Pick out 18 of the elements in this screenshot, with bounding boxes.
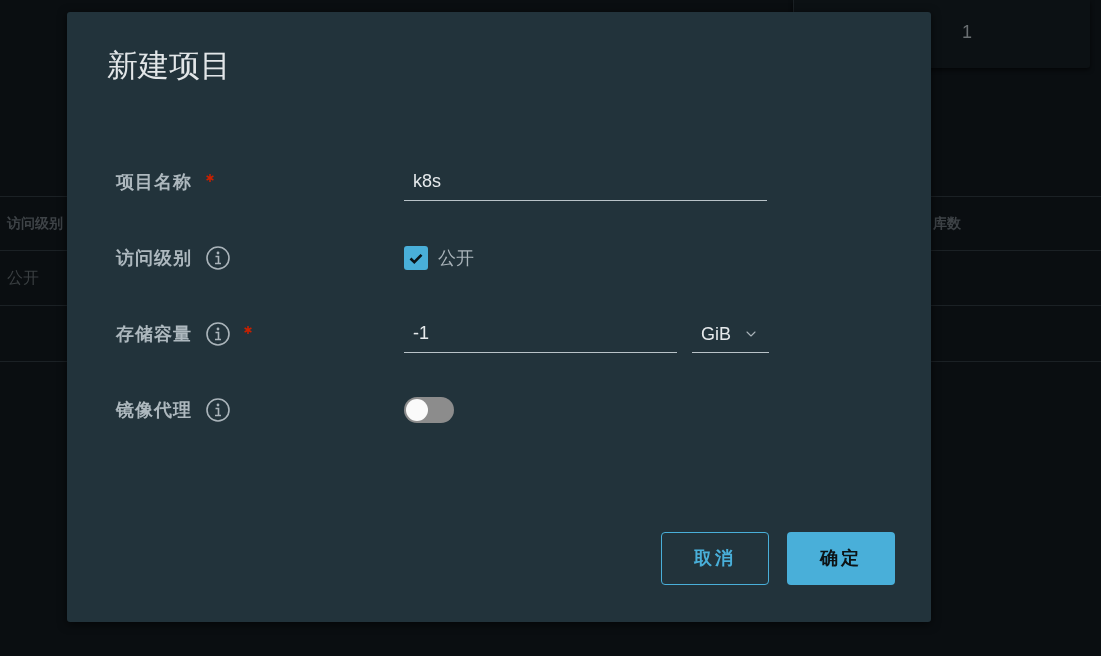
field-label: 镜像代理 bbox=[116, 398, 192, 422]
input-field[interactable]: -1 bbox=[404, 315, 677, 353]
field-label: 存储容量 bbox=[116, 322, 192, 346]
info-icon[interactable] bbox=[206, 322, 230, 346]
info-icon[interactable] bbox=[206, 398, 230, 422]
unit-select[interactable]: GiB bbox=[692, 316, 769, 353]
field-label: 访问级别 bbox=[116, 246, 192, 270]
info-icon[interactable] bbox=[206, 246, 230, 270]
checkbox-label: 公开 bbox=[438, 246, 474, 270]
cancel-button[interactable]: 取消 bbox=[661, 532, 769, 585]
toggle-switch[interactable] bbox=[404, 397, 454, 423]
count-text: 1 bbox=[962, 21, 972, 44]
checkmark-icon bbox=[409, 252, 423, 264]
checkbox[interactable] bbox=[404, 246, 428, 270]
dialog-title: 新建项目 bbox=[107, 47, 231, 85]
confirm-button[interactable]: 确定 bbox=[787, 532, 895, 585]
input-field[interactable]: k8s bbox=[404, 163, 767, 201]
field-label: 项目名称 bbox=[116, 170, 192, 194]
